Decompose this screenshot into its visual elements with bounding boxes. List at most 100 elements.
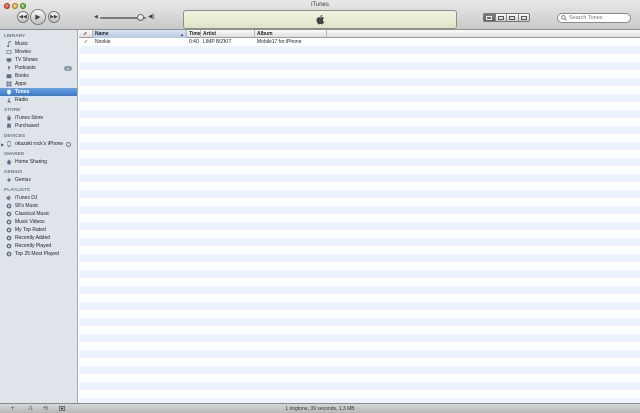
disclosure-triangle-icon[interactable]: ▶ bbox=[1, 142, 4, 147]
sidebar-item-label: iTunes Store bbox=[15, 115, 44, 121]
smart-playlist-icon bbox=[6, 203, 12, 209]
column-header-album[interactable]: Album bbox=[255, 30, 327, 38]
sidebar-item-music[interactable]: Music bbox=[0, 40, 77, 48]
play-icon: ▶ bbox=[35, 14, 41, 21]
sidebar-item-tones[interactable]: Tones bbox=[0, 88, 77, 96]
sidebar-item-tv-shows[interactable]: TV Shows bbox=[0, 56, 77, 64]
sidebar-item-genius[interactable]: Genius bbox=[0, 176, 77, 184]
sidebar-item-itunes-store[interactable]: iTunes Store bbox=[0, 114, 77, 122]
album-list-icon bbox=[497, 15, 504, 20]
genius-icon bbox=[6, 177, 12, 183]
track-list: ✓ Name ▲ Time Artist Album ✓ Nookie 0:40… bbox=[79, 30, 640, 403]
fast-forward-icon: ▶▶ bbox=[50, 14, 58, 20]
column-header-time[interactable]: Time bbox=[187, 30, 201, 38]
column-header-name[interactable]: Name ▲ bbox=[93, 30, 187, 38]
grid-view-icon bbox=[509, 15, 516, 20]
sidebar-item-label: Books bbox=[15, 73, 29, 79]
sidebar-item-music-videos[interactable]: Music Videos bbox=[0, 218, 77, 226]
list-view-icon bbox=[486, 15, 493, 20]
sidebar-item-my-top-rated[interactable]: My Top Rated bbox=[0, 226, 77, 234]
sidebar-item-label: Podcasts bbox=[15, 65, 36, 71]
sidebar-item-label: Apps bbox=[15, 81, 27, 87]
sync-icon[interactable] bbox=[66, 141, 71, 147]
grid-view-button[interactable] bbox=[506, 14, 518, 21]
previous-track-button[interactable]: ◀◀ bbox=[17, 11, 29, 23]
sidebar-item-label: Radio bbox=[15, 97, 29, 103]
now-playing-display[interactable] bbox=[183, 10, 457, 29]
apps-icon bbox=[6, 81, 12, 87]
home-icon bbox=[6, 159, 12, 165]
play-button[interactable]: ▶ bbox=[30, 9, 46, 25]
sidebar-item-top-25-most-played[interactable]: Top 25 Most Played bbox=[0, 250, 77, 258]
column-header-artist[interactable]: Artist bbox=[201, 30, 255, 38]
sidebar-item-itunes-dj[interactable]: iTunes DJ bbox=[0, 194, 77, 202]
podcast-count-badge: 4 bbox=[64, 65, 72, 71]
checkmark-icon: ✓ bbox=[83, 31, 88, 37]
sidebar-item-movies[interactable]: Movies bbox=[0, 48, 77, 56]
sidebar-item-label: TV Shows bbox=[15, 57, 38, 63]
sidebar-item-label: Music bbox=[15, 41, 29, 47]
column-label: Artist bbox=[203, 31, 217, 37]
column-header-check[interactable]: ✓ bbox=[79, 30, 93, 38]
iphone-icon bbox=[7, 141, 11, 147]
sidebar-item-label: Recently Played bbox=[15, 243, 52, 249]
tv-icon bbox=[6, 58, 12, 63]
film-icon bbox=[6, 50, 12, 54]
sort-ascending-icon: ▲ bbox=[180, 31, 184, 37]
column-header-row: ✓ Name ▲ Time Artist Album bbox=[79, 30, 640, 38]
book-icon bbox=[6, 74, 12, 79]
section-header-genius: GENIUS bbox=[4, 169, 23, 175]
track-artist: LIMP BIZKIT bbox=[203, 39, 232, 45]
radio-icon bbox=[7, 98, 11, 103]
smart-playlist-icon bbox=[6, 219, 12, 225]
sidebar-item-iphone[interactable]: ▶ okazaki rock's iPhone bbox=[0, 140, 77, 148]
search-input[interactable] bbox=[569, 15, 629, 21]
section-header-playlists: PLAYLISTS bbox=[4, 187, 30, 193]
search-field[interactable] bbox=[557, 13, 631, 23]
next-track-button[interactable]: ▶▶ bbox=[48, 11, 60, 23]
dj-icon bbox=[6, 195, 12, 201]
sidebar-item-classical-music[interactable]: Classical Music bbox=[0, 210, 77, 218]
sidebar-item-label: Tones bbox=[15, 89, 30, 95]
column-label: Time bbox=[189, 31, 201, 37]
sidebar-item-purchased[interactable]: Purchased bbox=[0, 122, 77, 130]
section-header-shared: SHARED bbox=[4, 151, 25, 157]
sidebar-item-radio[interactable]: Radio bbox=[0, 96, 77, 104]
table-row[interactable]: ✓ Nookie 0:40 LIMP BIZKIT Mobile17 for i… bbox=[79, 38, 640, 46]
row-checkbox[interactable]: ✓ bbox=[79, 38, 93, 46]
status-bar: + ⤨ ⟲ 1 ringtone, 39 seconds, 1.3 MB bbox=[0, 403, 640, 413]
sidebar-item-recently-added[interactable]: Recently Added bbox=[0, 234, 77, 242]
smart-playlist-icon bbox=[6, 235, 12, 241]
sidebar-item-label: Purchased bbox=[15, 123, 39, 129]
smart-playlist-icon bbox=[6, 243, 12, 249]
purchased-icon bbox=[7, 123, 11, 129]
sidebar-item-home-sharing[interactable]: Home Sharing bbox=[0, 158, 77, 166]
sidebar-item-label: iTunes DJ bbox=[15, 195, 38, 201]
sidebar-item-apps[interactable]: Apps bbox=[0, 80, 77, 88]
smart-playlist-icon bbox=[6, 211, 12, 217]
section-header-devices: DEVICES bbox=[4, 133, 26, 139]
music-note-icon bbox=[7, 41, 11, 47]
volume-slider-knob[interactable] bbox=[137, 14, 144, 21]
search-icon bbox=[561, 15, 567, 21]
cover-flow-button[interactable] bbox=[517, 14, 530, 21]
smart-playlist-icon bbox=[6, 251, 12, 257]
sidebar-item-books[interactable]: Books bbox=[0, 72, 77, 80]
sidebar-item-label: Movies bbox=[15, 49, 31, 55]
sidebar-item-recently-played[interactable]: Recently Played bbox=[0, 242, 77, 250]
section-header-library: LIBRARY bbox=[4, 33, 26, 39]
track-name: Nookie bbox=[95, 39, 111, 45]
sidebar-item-podcasts[interactable]: Podcasts 4 bbox=[0, 64, 77, 72]
track-time: 0:40 bbox=[189, 39, 199, 45]
album-list-view-button[interactable] bbox=[494, 14, 507, 21]
sidebar-item-label: okazaki rock's iPhone bbox=[15, 141, 64, 147]
sidebar-item-90s-music[interactable]: 90's Music bbox=[0, 202, 77, 210]
track-album: Mobile17 for iPhone bbox=[257, 39, 302, 45]
window-title: iTunes bbox=[311, 2, 329, 8]
sidebar-item-label: Recently Added bbox=[15, 235, 51, 241]
toolbar: iTunes ◀◀ ▶ ▶▶ ◀ ◀) bbox=[0, 0, 640, 30]
sidebar-item-label: Home Sharing bbox=[15, 159, 47, 165]
podcast-icon bbox=[7, 66, 11, 71]
list-view-button[interactable] bbox=[484, 14, 495, 21]
store-icon bbox=[7, 115, 11, 121]
